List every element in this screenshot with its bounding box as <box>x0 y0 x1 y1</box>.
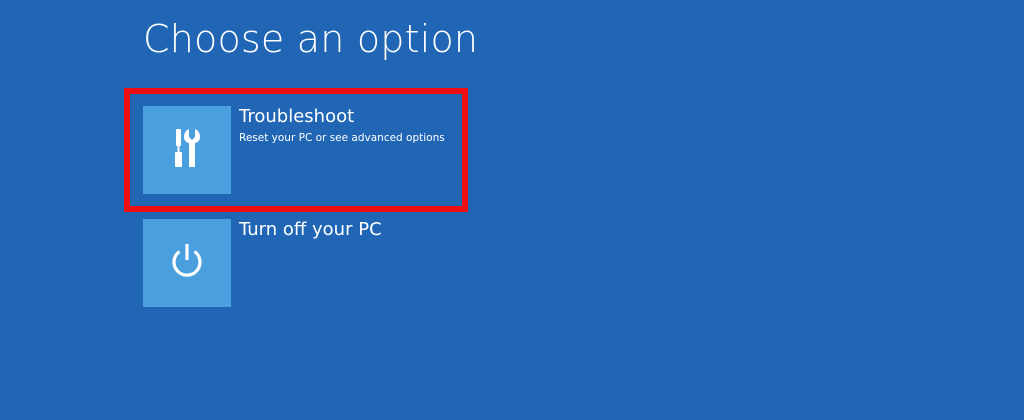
turn-off-tile[interactable] <box>143 219 231 307</box>
recovery-screen: Choose an option Troubleshoot Reset your… <box>0 0 1024 420</box>
tools-icon <box>165 126 209 174</box>
turn-off-option[interactable]: Turn off your PC <box>143 219 443 307</box>
troubleshoot-tile[interactable] <box>143 106 231 194</box>
troubleshoot-description: Reset your PC or see advanced options <box>239 132 445 144</box>
page-title: Choose an option <box>143 17 479 61</box>
troubleshoot-label[interactable]: Troubleshoot <box>239 106 499 128</box>
turn-off-label[interactable]: Turn off your PC <box>239 219 499 241</box>
power-icon <box>166 240 208 286</box>
troubleshoot-option[interactable]: Troubleshoot Reset your PC or see advanc… <box>143 106 445 194</box>
